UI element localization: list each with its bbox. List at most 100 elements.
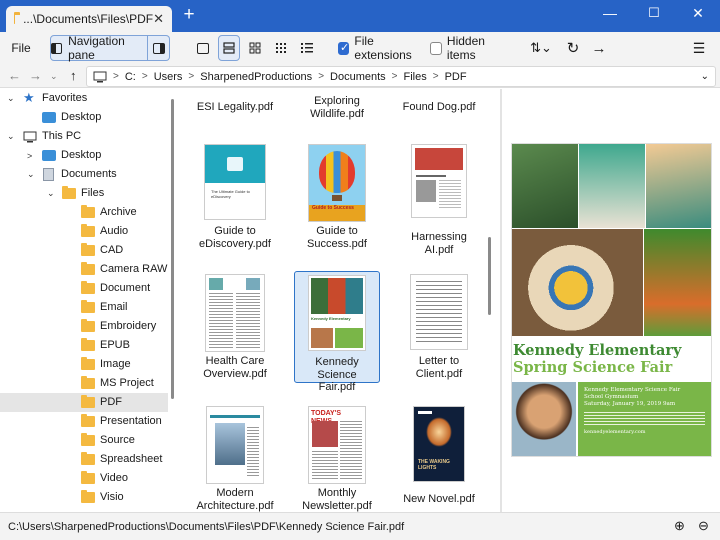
chevron-down-icon[interactable]: ⌄ bbox=[47, 188, 55, 199]
file-item[interactable]: Exploring Wildlife.pdf bbox=[294, 95, 380, 127]
navigation-pane-button[interactable]: Navigation pane bbox=[50, 34, 148, 62]
file-label: Guide to Success.pdf bbox=[307, 225, 367, 250]
tree-label: Camera RAW bbox=[100, 263, 168, 275]
file-item[interactable]: Found Dog.pdf bbox=[396, 95, 482, 127]
close-window-button[interactable]: ✕ bbox=[676, 0, 720, 28]
hidden-items-toggle[interactable]: Hidden items bbox=[430, 34, 510, 62]
file-item[interactable]: TODAY'S NEWS Monthly Newsletter.pdf bbox=[294, 403, 380, 512]
arrow-right-icon: → bbox=[591, 39, 607, 57]
file-extensions-checkbox[interactable] bbox=[338, 41, 350, 55]
folder-icon bbox=[81, 490, 95, 503]
forward-button[interactable]: → bbox=[29, 68, 42, 83]
view-small-icons-button[interactable] bbox=[270, 35, 292, 61]
tree-item-documents[interactable]: ⌄ Documents bbox=[0, 165, 168, 184]
breadcrumb[interactable]: > C: > Users > SharpenedProductions > Do… bbox=[86, 66, 716, 87]
chevron-right-icon: > bbox=[391, 71, 398, 82]
file-item-selected[interactable]: Kennedy Elementary Kennedy Science Fair.… bbox=[294, 271, 380, 393]
event-url: kennedyelementary.com bbox=[584, 429, 646, 435]
tree-folder-cad[interactable]: CAD bbox=[0, 241, 168, 260]
folder-icon bbox=[81, 300, 95, 313]
file-item[interactable]: ESI Legality.pdf bbox=[192, 95, 278, 127]
tree-folder-epub[interactable]: EPUB bbox=[0, 336, 168, 355]
status-bar: C:\Users\SharpenedProductions\Documents\… bbox=[0, 512, 720, 540]
desktop-icon bbox=[42, 150, 56, 161]
view-content-button[interactable] bbox=[296, 35, 318, 61]
file-item[interactable]: Modern Architecture.pdf bbox=[192, 403, 278, 512]
hamburger-icon: ☰ bbox=[692, 39, 706, 56]
tree-folder-source[interactable]: Source bbox=[0, 431, 168, 450]
tree-folder-video[interactable]: Video bbox=[0, 469, 168, 488]
tree-folder-email[interactable]: Email bbox=[0, 298, 168, 317]
tree-label: CAD bbox=[100, 244, 124, 256]
up-button[interactable]: ↑ bbox=[70, 68, 77, 83]
file-item[interactable]: Harnessing AI.pdf bbox=[396, 141, 482, 256]
menu-button[interactable]: ☰ bbox=[688, 35, 710, 61]
tree-item-fav-desktop[interactable]: Desktop bbox=[0, 108, 168, 127]
chevron-right-icon[interactable]: > bbox=[27, 151, 32, 161]
file-item[interactable]: Letter to Client.pdf bbox=[396, 271, 482, 383]
event-body-text bbox=[584, 412, 705, 426]
breadcrumb-users[interactable]: Users bbox=[154, 71, 183, 83]
open-button[interactable]: → bbox=[588, 35, 610, 61]
tree-folder-audio[interactable]: Audio bbox=[0, 222, 168, 241]
hidden-items-checkbox[interactable] bbox=[430, 41, 442, 55]
folder-icon bbox=[81, 281, 95, 294]
breadcrumb-documents[interactable]: Documents bbox=[330, 71, 386, 83]
file-extensions-toggle[interactable]: File extensions bbox=[338, 34, 423, 62]
folder-icon bbox=[81, 414, 95, 427]
recent-locations-icon[interactable]: ⌄ bbox=[50, 71, 58, 82]
files-scrollbar[interactable] bbox=[488, 237, 491, 315]
tree-folder-ms-project[interactable]: MS Project bbox=[0, 374, 168, 393]
view-details-button[interactable] bbox=[192, 35, 214, 61]
tree-label: MS Project bbox=[100, 377, 154, 389]
chevron-down-icon[interactable]: ⌄ bbox=[701, 71, 709, 82]
tree-folder-visio[interactable]: Visio bbox=[0, 488, 168, 507]
back-button[interactable]: ← bbox=[8, 68, 21, 83]
zoom-in-icon[interactable]: ⊕ bbox=[674, 518, 685, 534]
breadcrumb-pdf[interactable]: PDF bbox=[445, 71, 467, 83]
file-item[interactable]: The Ultimate Guide to eDiscovery Guide t… bbox=[192, 141, 278, 253]
tree-folder-archive[interactable]: Archive bbox=[0, 203, 168, 222]
tree-folder-document[interactable]: Document bbox=[0, 279, 168, 298]
navigation-pane: ⌄ ★ Favorites Desktop ⌄ This PC > Deskto… bbox=[0, 89, 178, 512]
tree-folder-image[interactable]: Image bbox=[0, 355, 168, 374]
tree-folder-embroidery[interactable]: Embroidery bbox=[0, 317, 168, 336]
pdf-thumbnail: THE WAKING LIGHTS bbox=[414, 407, 464, 481]
chevron-down-icon[interactable]: ⌄ bbox=[7, 131, 15, 142]
chevron-right-icon: > bbox=[113, 71, 119, 82]
tree-folder-pdf[interactable]: PDF bbox=[0, 393, 168, 412]
sort-button[interactable]: ⇅⌄ bbox=[528, 35, 554, 61]
breadcrumb-files[interactable]: Files bbox=[404, 71, 427, 83]
view-list-button[interactable] bbox=[218, 35, 240, 61]
chevron-down-icon[interactable]: ⌄ bbox=[7, 93, 15, 104]
photo-tile bbox=[512, 229, 643, 336]
tree-folder-spreadsheet[interactable]: Spreadsheet bbox=[0, 450, 168, 469]
tree-item-files[interactable]: ⌄ Files bbox=[0, 184, 168, 203]
new-tab-button[interactable]: + bbox=[178, 4, 200, 26]
tree-label: This PC bbox=[42, 130, 82, 142]
tree-folder-presentation[interactable]: Presentation bbox=[0, 412, 168, 431]
close-tab-icon[interactable]: ✕ bbox=[153, 11, 164, 27]
minimize-button[interactable]: — bbox=[588, 0, 632, 28]
breadcrumb-c[interactable]: C: bbox=[125, 71, 136, 83]
tree-item-this-pc[interactable]: ⌄ This PC bbox=[0, 127, 168, 146]
tree-item-favorites[interactable]: ⌄ ★ Favorites bbox=[0, 89, 168, 108]
file-label: Kennedy Science Fair.pdf bbox=[315, 356, 359, 393]
preview-pane-button[interactable] bbox=[148, 35, 170, 61]
thumb-text: The Ultimate Guide to eDiscovery bbox=[211, 189, 250, 199]
file-item[interactable]: THE WAKING LIGHTS New Novel.pdf bbox=[396, 403, 482, 512]
refresh-button[interactable]: ↻ bbox=[562, 35, 584, 61]
file-menu-button[interactable]: File bbox=[6, 35, 36, 61]
view-tiles-button[interactable] bbox=[244, 35, 266, 61]
file-item[interactable]: Guide to Success Guide to Success.pdf bbox=[294, 141, 380, 253]
maximize-button[interactable]: ☐ bbox=[632, 0, 676, 28]
tree-item-desktop[interactable]: > Desktop bbox=[0, 146, 168, 165]
zoom-out-icon[interactable]: ⊖ bbox=[698, 518, 709, 534]
tab-pdf[interactable]: ...\Documents\Files\PDF ✕ bbox=[6, 6, 172, 32]
breadcrumb-user[interactable]: SharpenedProductions bbox=[200, 71, 312, 83]
chevron-down-icon[interactable]: ⌄ bbox=[27, 169, 35, 180]
photo-tile bbox=[512, 144, 578, 228]
file-item[interactable]: Health Care Overview.pdf bbox=[192, 271, 278, 383]
tree-folder-camera-raw[interactable]: Camera RAW bbox=[0, 260, 168, 279]
tree-scrollbar[interactable] bbox=[171, 99, 174, 399]
